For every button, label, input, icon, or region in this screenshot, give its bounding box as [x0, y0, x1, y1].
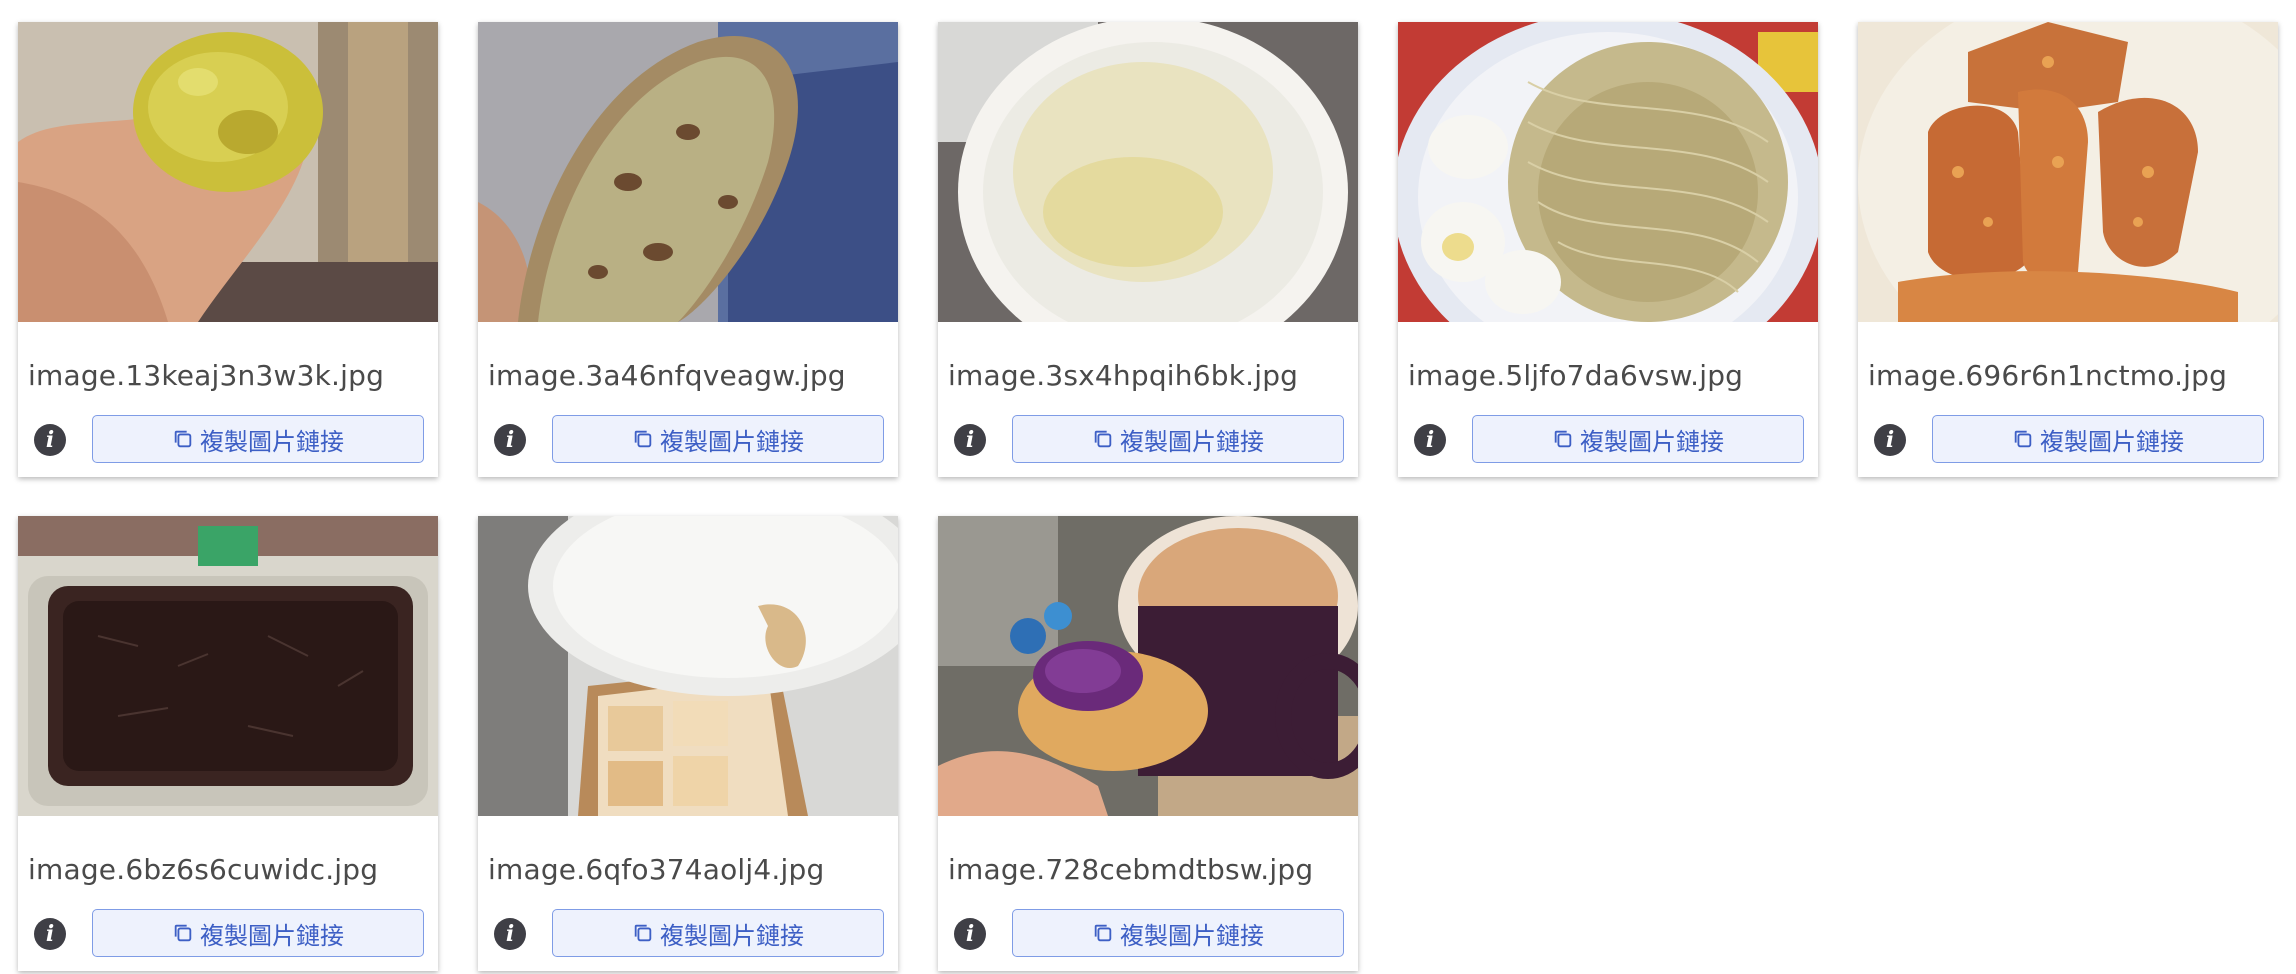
- image-gallery: image.13keaj3n3w3k.jpg i 複製圖片鏈接 image.3a…: [0, 0, 2296, 974]
- taro-pastry-mug-photo: [938, 516, 1358, 816]
- copy-image-link-button[interactable]: 複製圖片鏈接: [1012, 909, 1344, 957]
- noodles-eggs-photo: [1398, 22, 1818, 322]
- copy-button-label: 複製圖片鏈接: [660, 921, 804, 950]
- copy-icon: [1094, 924, 1112, 942]
- copy-icon: [2014, 430, 2032, 448]
- info-icon[interactable]: i: [34, 424, 66, 456]
- image-filename: image.696r6n1nctmo.jpg: [1868, 359, 2228, 392]
- grass-jelly-photo: [18, 516, 438, 816]
- info-icon[interactable]: i: [954, 424, 986, 456]
- image-filename: image.3sx4hpqih6bk.jpg: [948, 359, 1299, 392]
- yogurt-cup-photo: [938, 22, 1358, 322]
- copy-image-link-button[interactable]: 複製圖片鏈接: [552, 909, 884, 957]
- copy-button-label: 複製圖片鏈接: [200, 427, 344, 456]
- image-card: image.3a46nfqveagw.jpg i 複製圖片鏈接: [478, 22, 898, 477]
- image-thumbnail[interactable]: [478, 22, 898, 322]
- image-thumbnail[interactable]: [18, 516, 438, 816]
- image-filename: image.6bz6s6cuwidc.jpg: [28, 853, 379, 886]
- copy-icon: [1554, 430, 1572, 448]
- copy-button-label: 複製圖片鏈接: [200, 921, 344, 950]
- image-thumbnail[interactable]: [938, 22, 1358, 322]
- image-card: image.696r6n1nctmo.jpg i 複製圖片鏈接: [1858, 22, 2278, 477]
- copy-icon: [1094, 430, 1112, 448]
- image-filename: image.728cebmdtbsw.jpg: [948, 853, 1314, 886]
- image-thumbnail[interactable]: [1398, 22, 1818, 322]
- copy-image-link-button[interactable]: 複製圖片鏈接: [552, 415, 884, 463]
- fried-chicken-photo: [1858, 22, 2278, 322]
- info-icon[interactable]: i: [954, 918, 986, 950]
- image-card: image.3sx4hpqih6bk.jpg i 複製圖片鏈接: [938, 22, 1358, 477]
- image-filename: image.13keaj3n3w3k.jpg: [28, 359, 385, 392]
- sweet-potato-photo: [18, 22, 438, 322]
- image-card: image.6qfo374aolj4.jpg i 複製圖片鏈接: [478, 516, 898, 971]
- copy-image-link-button[interactable]: 複製圖片鏈接: [1472, 415, 1804, 463]
- copy-button-label: 複製圖片鏈接: [1120, 427, 1264, 456]
- copy-button-label: 複製圖片鏈接: [660, 427, 804, 456]
- copy-image-link-button[interactable]: 複製圖片鏈接: [1932, 415, 2264, 463]
- copy-button-label: 複製圖片鏈接: [2040, 427, 2184, 456]
- tofu-bowl-photo: [478, 516, 898, 816]
- copy-icon: [634, 430, 652, 448]
- copy-icon: [634, 924, 652, 942]
- info-icon[interactable]: i: [34, 918, 66, 950]
- image-filename: image.3a46nfqveagw.jpg: [488, 359, 846, 392]
- copy-image-link-button[interactable]: 複製圖片鏈接: [92, 415, 424, 463]
- image-thumbnail[interactable]: [18, 22, 438, 322]
- image-card: image.6bz6s6cuwidc.jpg i 複製圖片鏈接: [18, 516, 438, 971]
- copy-image-link-button[interactable]: 複製圖片鏈接: [1012, 415, 1344, 463]
- image-thumbnail[interactable]: [1858, 22, 2278, 322]
- copy-image-link-button[interactable]: 複製圖片鏈接: [92, 909, 424, 957]
- info-icon[interactable]: i: [494, 424, 526, 456]
- copy-icon: [174, 430, 192, 448]
- image-card: image.5ljfo7da6vsw.jpg i 複製圖片鏈接: [1398, 22, 1818, 477]
- info-icon[interactable]: i: [1414, 424, 1446, 456]
- image-card: image.13keaj3n3w3k.jpg i 複製圖片鏈接: [18, 22, 438, 477]
- raisin-bread-photo: [478, 22, 898, 322]
- copy-button-label: 複製圖片鏈接: [1580, 427, 1724, 456]
- image-thumbnail[interactable]: [478, 516, 898, 816]
- copy-icon: [174, 924, 192, 942]
- image-thumbnail[interactable]: [938, 516, 1358, 816]
- copy-button-label: 複製圖片鏈接: [1120, 921, 1264, 950]
- image-filename: image.6qfo374aolj4.jpg: [488, 853, 825, 886]
- image-filename: image.5ljfo7da6vsw.jpg: [1408, 359, 1744, 392]
- image-card: image.728cebmdtbsw.jpg i 複製圖片鏈接: [938, 516, 1358, 971]
- info-icon[interactable]: i: [494, 918, 526, 950]
- info-icon[interactable]: i: [1874, 424, 1906, 456]
